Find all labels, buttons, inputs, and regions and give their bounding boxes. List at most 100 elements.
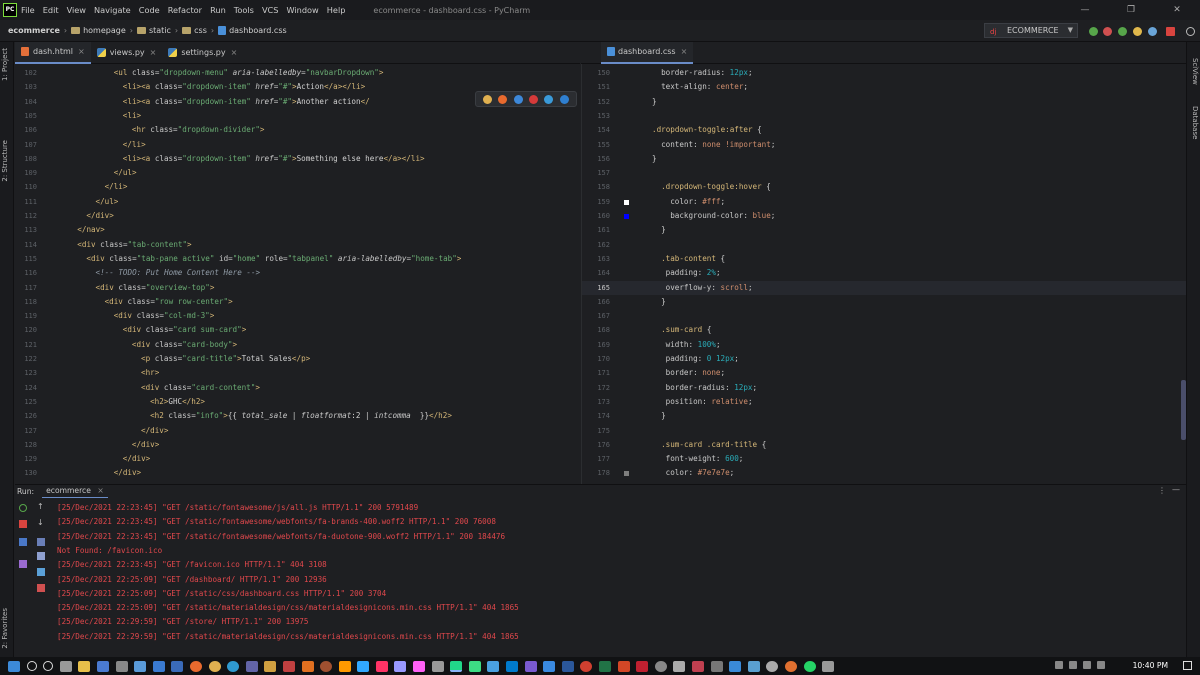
close-icon[interactable]: × [150, 48, 157, 57]
concurrency-icon[interactable] [1148, 27, 1157, 36]
color-swatch-icon[interactable] [624, 214, 629, 219]
chrome-icon[interactable] [483, 94, 493, 104]
stop-icon[interactable] [19, 520, 27, 528]
store-icon[interactable] [96, 660, 109, 672]
database-tool-tab[interactable]: Database [1191, 106, 1199, 139]
run-configuration-select[interactable]: dj ECOMMERCE ▼ [984, 23, 1078, 38]
menu-view[interactable]: View [67, 5, 86, 15]
app-icon[interactable] [636, 660, 649, 672]
menu-run[interactable]: Run [210, 5, 226, 15]
github-icon[interactable] [524, 660, 537, 672]
breadcrumb-file[interactable]: dashboard.css [229, 26, 287, 35]
structure-tool-tab[interactable]: 2: Structure [1, 140, 9, 182]
people-icon[interactable] [1055, 661, 1063, 669]
menu-tools[interactable]: Tools [234, 5, 254, 15]
app-icon[interactable] [673, 660, 686, 672]
photoshop-icon[interactable] [357, 660, 370, 672]
coverage-icon[interactable] [1118, 27, 1127, 36]
illustrator-icon[interactable] [338, 660, 351, 672]
xd-icon[interactable] [413, 660, 426, 672]
html-editor-pane[interactable]: 102 <ul class="dropdown-menu" aria-labell… [15, 64, 580, 484]
delete-icon[interactable] [37, 584, 45, 592]
safari-icon[interactable] [513, 94, 523, 104]
css-editor-pane[interactable]: 150 border-radius: 12px; 151 text-align: ce… [581, 64, 1186, 484]
run-console[interactable]: ↑ ↓ [25/Dec/2021 22:23:45] "GET /static/… [15, 498, 1186, 657]
color-swatch-icon[interactable] [624, 199, 629, 205]
favorites-tool-tab[interactable]: 2: Favorites [1, 608, 9, 649]
android-studio-icon[interactable] [468, 660, 481, 672]
project-tool-tab[interactable]: 1: Project [1, 48, 9, 81]
profile-icon[interactable] [1133, 27, 1142, 36]
close-icon[interactable]: × [78, 47, 85, 56]
app-icon[interactable] [654, 660, 667, 672]
pin-icon[interactable] [19, 560, 27, 568]
app-icon[interactable] [431, 660, 444, 672]
menu-window[interactable]: Window [286, 5, 318, 15]
color-swatch-icon[interactable] [624, 471, 629, 477]
maximize-button[interactable]: ❐ [1108, 0, 1154, 20]
menu-help[interactable]: Help [327, 5, 346, 15]
run-icon[interactable] [1089, 27, 1098, 36]
search-icon[interactable] [1186, 27, 1195, 36]
menu-refactor[interactable]: Refactor [168, 5, 202, 15]
network-icon[interactable] [1069, 661, 1077, 669]
print-icon[interactable] [37, 568, 45, 576]
cortana-icon[interactable] [43, 661, 54, 671]
edge-icon[interactable] [559, 94, 569, 104]
close-icon[interactable]: × [231, 48, 238, 57]
scroll-to-end-icon[interactable] [37, 552, 45, 560]
mail-icon[interactable] [152, 660, 165, 672]
task-view-icon[interactable] [59, 660, 72, 672]
app-icon[interactable] [580, 660, 593, 672]
calendar-icon[interactable] [171, 660, 184, 672]
vscode-icon[interactable] [506, 660, 519, 672]
premiere-icon[interactable] [394, 660, 407, 672]
app-icon[interactable] [822, 660, 835, 672]
app-icon[interactable] [691, 660, 704, 672]
menu-navigate[interactable]: Navigate [94, 5, 131, 15]
opera-icon[interactable] [529, 94, 539, 104]
edge-icon[interactable] [227, 660, 240, 672]
notification-icon[interactable] [1183, 661, 1192, 670]
arrow-down-icon[interactable]: ↓ [37, 518, 45, 527]
editor-tab-dashboard-css[interactable]: dashboard.css × [601, 41, 694, 64]
app-icon[interactable] [301, 660, 314, 672]
app-icon[interactable] [543, 660, 556, 672]
minimize-button[interactable]: — [1062, 0, 1108, 20]
security-icon[interactable] [729, 660, 742, 672]
menu-edit[interactable]: Edit [43, 5, 59, 15]
pycharm-icon[interactable] [450, 660, 463, 672]
breadcrumb-css[interactable]: css [194, 26, 207, 35]
editor-tab-dash-html[interactable]: dash.html × [15, 41, 91, 64]
app-icon[interactable] [710, 660, 723, 672]
ie-icon[interactable] [544, 94, 554, 104]
menu-code[interactable]: Code [139, 5, 160, 15]
file-explorer-icon[interactable] [78, 660, 91, 672]
breadcrumb-project[interactable]: ecommerce [8, 26, 60, 35]
windows-start-icon[interactable] [8, 660, 20, 672]
pycharm-logo-icon[interactable]: PC [3, 3, 17, 17]
close-window-button[interactable]: ✕ [1154, 0, 1200, 20]
run-tab-ecommerce[interactable]: ecommerce × [42, 485, 108, 499]
app-icon[interactable] [264, 660, 277, 672]
powerpoint-icon[interactable] [617, 660, 630, 672]
firefox-icon[interactable] [498, 94, 508, 104]
indesign-icon[interactable] [375, 660, 388, 672]
firefox-icon[interactable] [189, 660, 202, 672]
taskbar-clock[interactable]: 10:40 PM [1133, 657, 1168, 675]
debug-icon[interactable] [1103, 27, 1112, 36]
editor-tab-settings-py[interactable]: settings.py × [162, 42, 243, 64]
close-icon[interactable]: × [681, 47, 688, 56]
editor-scrollbar[interactable] [1181, 380, 1186, 440]
breadcrumb-homepage[interactable]: homepage [83, 26, 126, 35]
search-icon[interactable] [26, 661, 37, 671]
app-icon[interactable] [320, 660, 333, 672]
app-icon[interactable] [766, 660, 779, 672]
chrome-icon[interactable] [208, 660, 221, 672]
breadcrumb-static[interactable]: static [149, 26, 171, 35]
settings-icon[interactable] [115, 660, 128, 672]
sciview-tool-tab[interactable]: SciView [1191, 58, 1199, 85]
close-icon[interactable]: × [97, 486, 103, 495]
menu-vcs[interactable]: VCS [262, 5, 279, 15]
minimize-panel-icon[interactable]: — [1172, 485, 1180, 494]
